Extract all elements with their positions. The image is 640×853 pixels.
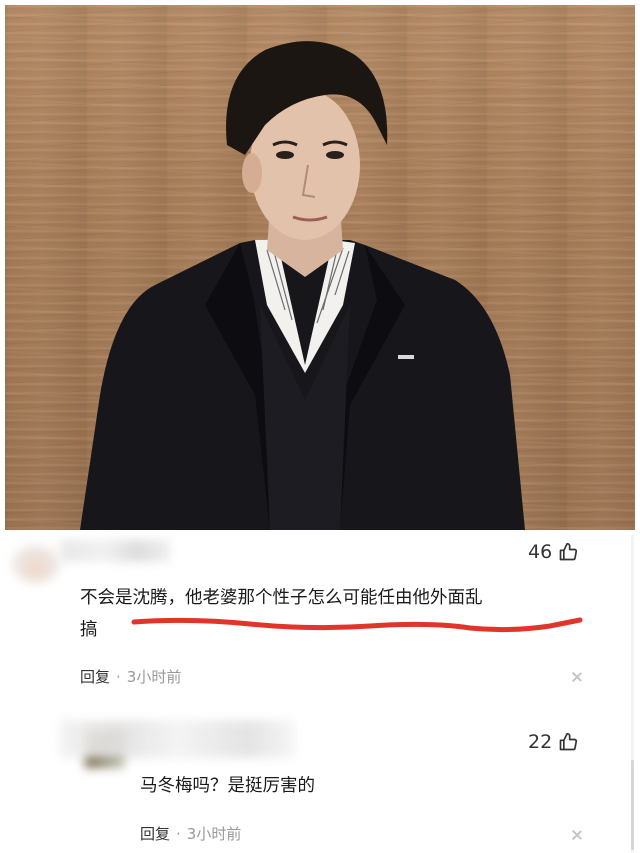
portrait-figure (80, 41, 525, 530)
like-button[interactable]: 46 (528, 541, 578, 563)
avatar[interactable] (12, 545, 60, 583)
comment-section (0, 530, 640, 853)
timestamp: 3小时前 (126, 668, 182, 686)
thumbs-up-icon (559, 732, 578, 751)
username-blurred[interactable] (60, 540, 170, 562)
timestamp: 3小时前 (186, 825, 242, 843)
like-count: 46 (528, 541, 553, 563)
red-underline-annotation (131, 617, 583, 633)
portrait-photo (5, 5, 635, 530)
like-button[interactable]: 22 (528, 731, 578, 753)
close-icon[interactable] (571, 671, 583, 683)
separator: · (176, 825, 181, 843)
comment-meta: 回复 · 3小时前 (80, 666, 181, 687)
comment-meta: 回复 · 3小时前 (140, 823, 241, 844)
reply-button[interactable]: 回复 (80, 668, 110, 686)
comment-text: 马冬梅吗？是挺厉害的 (140, 770, 540, 802)
separator: · (116, 668, 121, 686)
username-blurred[interactable] (60, 720, 295, 758)
comment-line: 马冬梅吗？是挺厉害的 (140, 776, 315, 796)
thumbs-up-icon (559, 542, 578, 561)
like-count: 22 (528, 731, 553, 753)
reply-button[interactable]: 回复 (140, 825, 170, 843)
close-icon[interactable] (571, 829, 583, 841)
scrollbar-thumb[interactable] (631, 760, 634, 850)
